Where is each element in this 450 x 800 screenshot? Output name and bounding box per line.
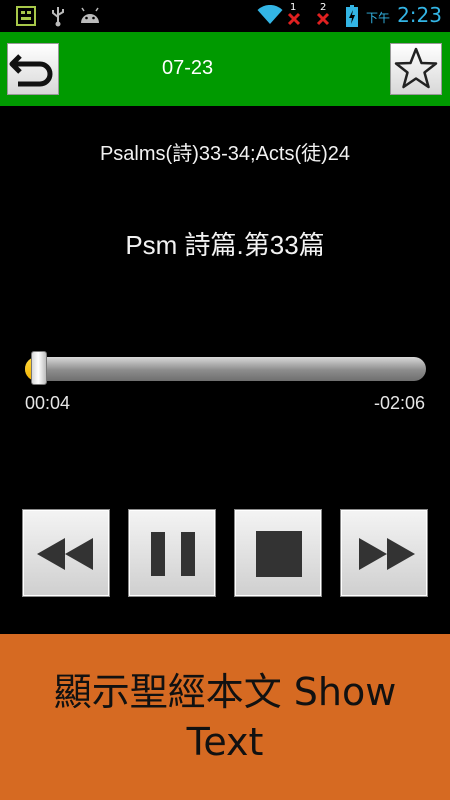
pause-button[interactable]	[128, 509, 216, 597]
rewind-button[interactable]	[22, 509, 110, 597]
usb-icon	[52, 7, 64, 27]
android-icon	[81, 7, 99, 23]
status-bar: 1 2 下午 2:23	[0, 0, 450, 32]
star-icon	[394, 47, 438, 89]
no-signal-icon	[316, 12, 330, 26]
progress-thumb[interactable]	[31, 351, 47, 385]
fast-forward-button[interactable]	[340, 509, 428, 597]
app-icon	[16, 6, 36, 26]
battery-charging-icon	[346, 5, 358, 27]
back-arrow-icon	[9, 54, 53, 87]
elapsed-time: 00:04	[25, 393, 71, 413]
progress-slider[interactable]	[25, 351, 426, 385]
fast-forward-icon	[359, 538, 415, 570]
remaining-time: -02:06	[373, 393, 425, 413]
no-signal-icon	[287, 12, 301, 26]
wifi-icon	[257, 5, 283, 24]
status-ampm: 下午	[365, 11, 390, 25]
rewind-icon	[37, 538, 93, 570]
header-bar: 07-23	[0, 32, 450, 106]
pause-icon	[151, 532, 195, 576]
page-title: 07-23	[162, 57, 214, 79]
chapter-title: Psm 詩篇.第33篇	[125, 230, 325, 260]
show-text-button[interactable]: 顯示聖經本文 Show Text	[0, 634, 450, 800]
back-button[interactable]	[7, 43, 59, 95]
passage-reference: Psalms(詩)33-34;Acts(徒)24	[99, 143, 351, 165]
status-time: 2:23	[397, 3, 442, 27]
stop-button[interactable]	[234, 509, 322, 597]
favorite-button[interactable]	[390, 43, 442, 95]
stop-icon	[256, 531, 302, 577]
show-text-label: 顯示聖經本文 Show Text	[53, 670, 397, 764]
